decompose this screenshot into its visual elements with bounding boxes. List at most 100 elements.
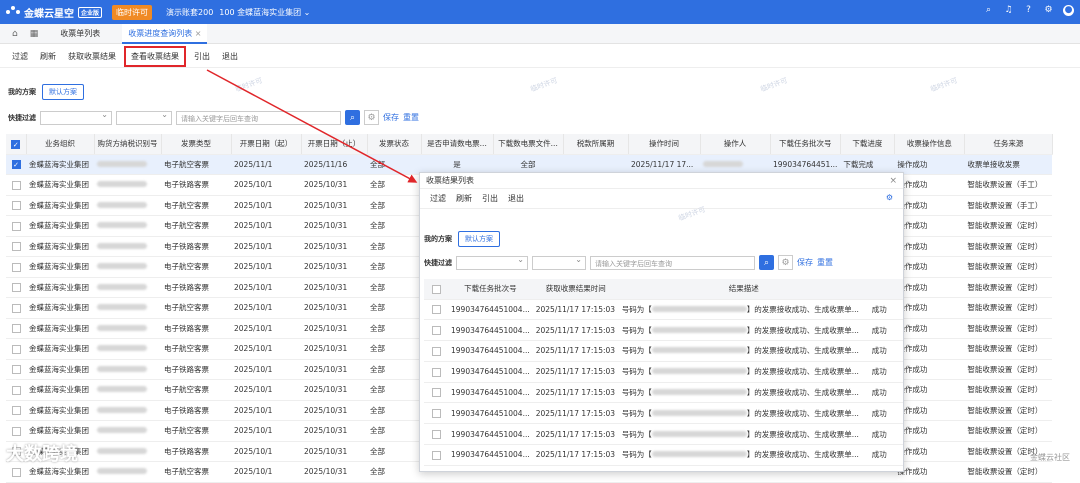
column-header[interactable]: 收票操作信息 <box>894 134 965 155</box>
table-row[interactable]: 199034764451004... 2025/11/17 17:15:03 号码为… <box>424 361 903 383</box>
filter-operator-select[interactable] <box>116 110 172 125</box>
column-header[interactable]: 开票日期（起） <box>231 134 302 155</box>
table-row[interactable]: 199034764451004... 2025/11/17 17:15:03 号码为… <box>424 423 903 446</box>
dialog-exit-button[interactable]: 退出 <box>508 193 524 204</box>
column-header[interactable]: 下载进度 <box>840 134 895 155</box>
table-row[interactable]: 199034764451004... 2025/11/17 17:15:03 号码为… <box>424 299 903 321</box>
settings-icon[interactable]: ⚙ <box>1043 5 1054 16</box>
community-mark: 金蝶云社区 <box>1030 453 1070 462</box>
edition-badge: 企业版 <box>78 6 103 18</box>
dialog-filter-settings-button[interactable]: ⚙ <box>778 255 793 270</box>
dialog-export-button[interactable]: 引出 <box>482 193 498 204</box>
home-icon[interactable]: ⌂ <box>12 29 18 39</box>
row-checkbox[interactable] <box>424 319 448 342</box>
row-checkbox[interactable] <box>6 379 26 401</box>
table-row[interactable]: 199034764451004... 2025/11/17 17:15:03 号码为… <box>424 319 903 342</box>
row-checkbox[interactable] <box>424 402 448 425</box>
default-scheme-button[interactable]: 默认方案 <box>42 84 84 100</box>
row-checkbox[interactable] <box>6 297 26 319</box>
row-checkbox[interactable] <box>6 195 26 216</box>
column-header[interactable]: 结果描述 <box>618 279 869 300</box>
bell-icon[interactable]: ♫ <box>1003 5 1014 16</box>
table-row[interactable]: 199034764451004... 2025/11/17 17:15:03 号码为… <box>424 402 903 425</box>
row-checkbox[interactable] <box>6 256 26 278</box>
dialog-default-scheme-button[interactable]: 默认方案 <box>458 231 500 247</box>
row-checkbox[interactable] <box>424 382 448 404</box>
refresh-button[interactable]: 刷新 <box>40 51 56 62</box>
dialog-save-button[interactable]: 保存 <box>797 257 813 268</box>
select-all-checkbox[interactable] <box>424 279 448 300</box>
row-checkbox[interactable] <box>6 277 26 298</box>
row-checkbox[interactable]: ✓ <box>6 154 26 175</box>
column-header[interactable]: 发票类型 <box>161 134 232 155</box>
cell-text: 号码为【 <box>621 304 652 314</box>
table-cell: 2025/10/1 <box>231 297 301 319</box>
tab-progress-query[interactable]: 收票进度查询列表 × <box>122 23 208 44</box>
dialog-search-input[interactable]: 请输入关键字后回车查询 <box>590 255 755 270</box>
cell-text: 号码为【 <box>621 429 652 439</box>
close-icon[interactable]: × <box>195 29 202 38</box>
row-checkbox[interactable] <box>6 359 26 380</box>
column-header[interactable]: 获取收票结果时间 <box>532 279 619 300</box>
row-checkbox[interactable] <box>6 400 26 421</box>
close-icon[interactable]: × <box>889 173 897 189</box>
dialog-scheme-bar: 我的方案 默认方案 <box>424 231 500 247</box>
search-icon[interactable]: ⌕ <box>983 5 994 16</box>
row-checkbox[interactable] <box>424 444 448 466</box>
reset-button[interactable]: 重置 <box>403 112 419 123</box>
org-selector[interactable]: 100 金蝶蓝海实业集团 ⌄ <box>219 7 310 18</box>
row-checkbox[interactable] <box>424 340 448 362</box>
column-header[interactable]: 购货方纳税识别号 <box>94 134 162 155</box>
column-header[interactable]: 任务来源 <box>964 134 1053 155</box>
dialog-reset-button[interactable]: 重置 <box>817 257 833 268</box>
help-icon[interactable]: ? <box>1023 5 1034 16</box>
avatar[interactable]: ● <box>1063 5 1074 16</box>
grid-icon[interactable]: ▦ <box>30 29 39 39</box>
save-button[interactable]: 保存 <box>383 112 399 123</box>
table-row[interactable]: 199034764451004... 2025/11/17 17:15:03 号码为… <box>424 382 903 404</box>
row-checkbox[interactable] <box>6 215 26 237</box>
select-all-checkbox[interactable]: ✓ <box>6 134 27 155</box>
table-row[interactable]: 199034764451004... 2025/11/17 17:15:03 号码为… <box>424 444 903 466</box>
filter-settings-button[interactable]: ⚙ <box>364 110 379 125</box>
column-header[interactable] <box>868 279 903 300</box>
table-row[interactable]: 199034764451004... 2025/11/17 17:15:03 号码为… <box>424 340 903 362</box>
row-checkbox[interactable] <box>6 338 26 360</box>
account-name[interactable]: 演示账套200 <box>166 7 213 18</box>
column-header[interactable]: 是否申请数电票... <box>421 134 494 155</box>
dialog-search-button[interactable]: ⌕ <box>759 255 774 270</box>
row-checkbox[interactable] <box>424 361 448 383</box>
column-header[interactable]: 开票日期（止） <box>301 134 368 155</box>
search-input[interactable]: 请输入关键字后回车查询 <box>176 110 341 125</box>
column-header[interactable]: 操作人 <box>700 134 771 155</box>
exit-button[interactable]: 退出 <box>222 51 238 62</box>
brand-logo[interactable]: 金蝶云星空 企业版 <box>6 5 103 20</box>
fetch-result-button[interactable]: 获取收票结果 <box>68 51 116 62</box>
column-header[interactable]: 下载任务批次号 <box>448 279 533 300</box>
gear-icon[interactable]: ⚙ <box>886 193 893 202</box>
search-button[interactable]: ⌕ <box>345 110 360 125</box>
row-checkbox[interactable] <box>6 174 26 196</box>
column-header[interactable]: 发票状态 <box>367 134 422 155</box>
dialog-refresh-button[interactable]: 刷新 <box>456 193 472 204</box>
dialog-filter-operator-select[interactable] <box>532 255 586 270</box>
column-header[interactable]: 下载数电票文件... <box>493 134 564 155</box>
column-header[interactable]: 税款所属期 <box>563 134 629 155</box>
filter-field-select[interactable] <box>40 110 112 125</box>
table-cell: 全部 <box>367 379 421 401</box>
view-result-button[interactable]: 查看收票结果 <box>124 46 186 67</box>
dialog-filter-button[interactable]: 过滤 <box>430 193 446 204</box>
column-header[interactable]: 操作时间 <box>628 134 701 155</box>
column-header[interactable]: 下载任务批次号 <box>770 134 841 155</box>
row-checkbox[interactable] <box>424 299 448 321</box>
trial-badge[interactable]: 临时许可 <box>112 4 153 20</box>
row-checkbox[interactable] <box>424 423 448 446</box>
row-checkbox[interactable] <box>6 236 26 257</box>
row-checkbox[interactable] <box>6 420 26 442</box>
column-header[interactable]: 业务组织 <box>26 134 95 155</box>
filter-button[interactable]: 过滤 <box>12 51 28 62</box>
tab-invoice-list[interactable]: 收票单列表 <box>54 24 106 44</box>
export-button[interactable]: 引出 <box>194 51 210 62</box>
dialog-filter-field-select[interactable] <box>456 255 528 270</box>
row-checkbox[interactable] <box>6 318 26 339</box>
